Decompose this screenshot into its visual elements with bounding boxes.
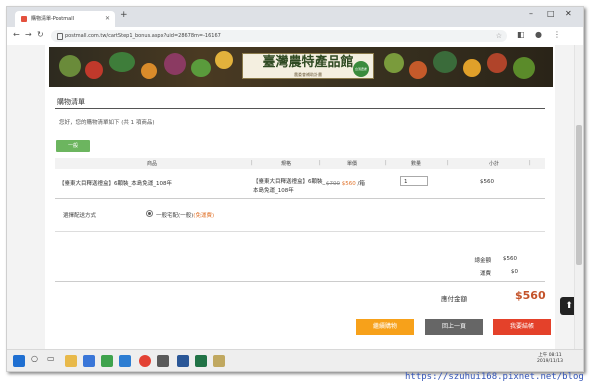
column-header-spec: 規格 (281, 161, 292, 167)
shipping-fee-label: 運費 (479, 271, 491, 277)
vegetable-graphic (109, 52, 135, 72)
cart-item-subtotal: $560 (480, 179, 494, 185)
banner-seal: 台灣農產 (353, 61, 369, 77)
lock-icon (57, 33, 63, 40)
chrome-icon[interactable] (139, 355, 151, 367)
column-separator: | (447, 160, 449, 166)
vegetable-graphic (215, 51, 233, 69)
vegetable-graphic (463, 59, 481, 77)
shipping-option-label: 一般宅配(一般) (156, 213, 194, 219)
cart-greeting: 您好，您的購物清單如下 (共 1 項商品) (59, 120, 155, 126)
sale-price: $560 (341, 181, 356, 187)
file-explorer-icon[interactable] (65, 355, 77, 367)
windows-taskbar: ○ ▭ 上午 08:11 2019/11/13 (7, 349, 583, 371)
column-header-price: 單價 (347, 161, 358, 167)
favicon-icon (21, 16, 27, 22)
vegetable-graphic (85, 61, 103, 79)
checkout-button[interactable]: 我要結帳 (493, 319, 551, 335)
menu-icon[interactable]: ⋮ (553, 30, 561, 39)
photos-icon[interactable] (157, 355, 169, 367)
quantity-input[interactable]: 1 (400, 176, 428, 186)
shipping-fee-value: $0 (511, 269, 518, 275)
excel-icon[interactable] (195, 355, 207, 367)
vegetable-graphic (433, 51, 457, 73)
maximize-button[interactable]: □ (547, 9, 555, 18)
clock-date: 2019/11/13 (537, 359, 563, 364)
cart-item-name[interactable]: 【臺東大目釋迦禮盒】6顆裝_本島免運_108年 (59, 179, 172, 187)
paint-icon[interactable] (213, 355, 225, 367)
column-separator: | (529, 160, 531, 166)
vegetable-graphic (191, 59, 211, 77)
total-amount-label: 總金額 (474, 258, 491, 264)
column-separator: | (319, 160, 321, 166)
close-window-button[interactable]: ✕ (565, 9, 572, 18)
continue-shopping-button[interactable]: 繼續購物 (356, 319, 414, 335)
screenshot-frame: 購物清單-Postmall ✕ + – □ ✕ ← → ↻ postmall.c… (6, 6, 584, 372)
vegetable-graphic (384, 53, 404, 73)
reload-icon[interactable]: ↻ (37, 30, 44, 39)
cart-item-spec: 【臺東大目釋迦禮盒】6顆裝_本島免運_108年 (253, 179, 326, 194)
column-separator: | (385, 160, 387, 166)
shipping-method-label: 選擇配送方式 (63, 213, 97, 219)
close-tab-icon[interactable]: ✕ (105, 11, 110, 27)
vegetable-graphic (141, 63, 157, 79)
shipping-option[interactable]: 一般宅配(一般)(免運費) (156, 211, 214, 219)
row-divider (55, 198, 545, 199)
url-field[interactable]: postmall.com.tw/cartStep1_bonus.aspx?uid… (51, 30, 507, 42)
word-icon[interactable] (177, 355, 189, 367)
app-icon[interactable] (101, 355, 113, 367)
column-header-quantity: 數量 (411, 161, 422, 167)
forward-arrow-icon[interactable]: → (25, 30, 32, 39)
payable-amount-value: $560 (515, 289, 546, 302)
total-amount-value: $560 (503, 256, 517, 262)
scrollbar-thumb[interactable] (576, 125, 582, 265)
taskbar-clock[interactable]: 上午 08:11 2019/11/13 (537, 353, 563, 365)
table-header: 商品 | 規格 | 單價 | 數量 | 小計 | (55, 158, 545, 169)
tab-title: 購物清單-Postmall (31, 16, 74, 22)
column-header-product: 商品 (147, 161, 158, 167)
back-arrow-icon[interactable]: ← (13, 30, 20, 39)
store-icon[interactable] (83, 355, 95, 367)
back-button[interactable]: 回上一頁 (425, 319, 483, 335)
task-view-icon[interactable]: ▭ (47, 354, 55, 363)
shipping-radio[interactable] (146, 210, 153, 217)
page-content: 臺灣農特產品館 農委會補助計畫 台灣農產 購物清單 您好，您的購物清單如下 (共… (45, 45, 578, 349)
column-separator: | (251, 160, 253, 166)
free-shipping-note: (免運費) (193, 213, 215, 219)
minimize-button[interactable]: – (529, 9, 533, 18)
extension-icon[interactable]: ◧ (517, 30, 525, 39)
original-price: $700 (326, 181, 340, 187)
arrow-up-icon: ⬆ (565, 301, 573, 311)
shipping-divider (55, 231, 545, 232)
search-icon[interactable]: ○ (31, 354, 38, 363)
vegetable-graphic (59, 55, 81, 77)
cart-item-price: $700 $560 /箱 (326, 179, 365, 187)
blog-watermark: https://szuhui168.pixnet.net/blog (405, 372, 584, 382)
browser-tab[interactable]: 購物清單-Postmall ✕ (15, 11, 115, 27)
start-icon[interactable] (13, 355, 25, 367)
vegetable-graphic (164, 53, 186, 75)
tab-strip: 購物清單-Postmall ✕ + – □ ✕ (7, 7, 583, 27)
page-title: 購物清單 (57, 98, 85, 106)
price-unit: /箱 (357, 181, 365, 187)
new-tab-button[interactable]: + (120, 10, 128, 20)
column-header-subtotal: 小計 (489, 161, 500, 167)
vegetable-graphic (513, 57, 535, 79)
summary-divider (55, 281, 545, 282)
payable-amount-label: 應付金額 (441, 295, 467, 303)
vegetable-graphic (487, 53, 507, 73)
page-viewport: 臺灣農特產品館 農委會補助計畫 台灣農產 購物清單 您好，您的購物清單如下 (共… (7, 45, 583, 349)
url-text: postmall.com.tw/cartStep1_bonus.aspx?uid… (65, 33, 221, 39)
title-divider (55, 108, 545, 109)
profile-icon[interactable]: ● (535, 30, 542, 39)
address-bar-row: ← → ↻ postmall.com.tw/cartStep1_bonus.as… (7, 27, 583, 46)
general-group-tab[interactable]: 一般 (56, 140, 90, 152)
vegetable-graphic (409, 61, 427, 79)
star-icon[interactable]: ☆ (496, 30, 502, 42)
site-banner: 臺灣農特產品館 農委會補助計畫 台灣農產 (49, 47, 553, 87)
edge-icon[interactable] (119, 355, 131, 367)
page-scrollbar[interactable] (574, 45, 583, 349)
